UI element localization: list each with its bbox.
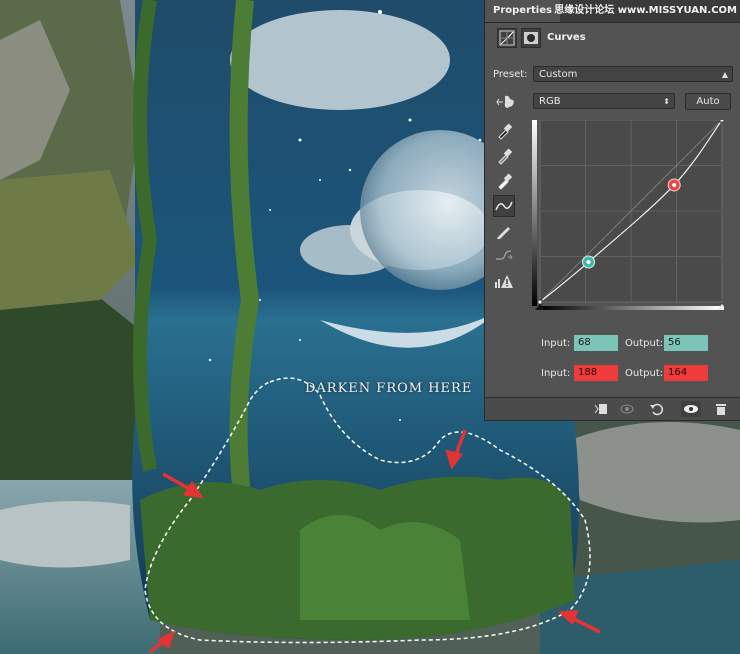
preset-value: Custom: [539, 69, 578, 80]
trash-icon[interactable]: [713, 401, 729, 417]
reset-icon[interactable]: [649, 401, 665, 417]
clip-to-layer-icon[interactable]: [593, 401, 609, 417]
curves-graph[interactable]: [532, 120, 724, 310]
on-image-adjust-icon[interactable]: [495, 93, 517, 111]
visibility-eye-icon[interactable]: [681, 401, 701, 417]
tab-properties[interactable]: Properties: [485, 0, 560, 22]
input-field-2[interactable]: 188: [574, 365, 618, 381]
output-label-1: Output:: [625, 338, 664, 349]
panel-footer: [485, 397, 740, 420]
curve-point-tool-icon[interactable]: [493, 195, 515, 217]
preset-label: Preset:: [493, 69, 528, 80]
input-label-2: Input:: [541, 368, 571, 379]
output-gradient-bar: [532, 120, 537, 306]
properties-panel: Properties 思缘设计论坛 www.MISSYUAN.COM Curve…: [484, 0, 740, 421]
curve-point-red-center: [672, 182, 677, 187]
input-field-1[interactable]: 68: [574, 335, 618, 351]
channel-select[interactable]: RGB ⬍: [533, 93, 675, 109]
curve-endpoint-black[interactable]: [537, 299, 543, 305]
point-eyedropper-black-icon[interactable]: [493, 120, 515, 142]
clipping-warning-icon[interactable]: [493, 270, 515, 292]
select-arrows-icon: ⬍: [663, 97, 670, 106]
output-label-2: Output:: [625, 368, 664, 379]
auto-button[interactable]: Auto: [685, 93, 731, 110]
point-eyedropper-gray-icon[interactable]: [493, 145, 515, 167]
input-label-1: Input:: [541, 338, 571, 349]
output-field-1[interactable]: 56: [664, 335, 708, 351]
point-eyedropper-white-icon[interactable]: [493, 170, 515, 192]
adjustment-title: Curves: [547, 32, 586, 43]
layer-mask-icon[interactable]: [521, 28, 541, 48]
watermark-text: 思缘设计论坛 www.MISSYUAN.COM: [554, 5, 737, 16]
output-field-2[interactable]: 164: [664, 365, 708, 381]
curve-endpoint-white[interactable]: [719, 120, 724, 123]
smooth-curve-icon[interactable]: [493, 245, 515, 267]
curves-adjustment-icon[interactable]: [497, 28, 517, 48]
curve-point-teal-center: [586, 260, 591, 265]
panel-tab-bar: Properties 思缘设计论坛 www.MISSYUAN.COM: [485, 0, 740, 23]
preset-select[interactable]: Custom ▲: [533, 66, 733, 82]
darken-caption: DARKEN FROM HERE: [305, 381, 473, 396]
select-arrows-icon: ▲: [721, 70, 728, 79]
pencil-tool-icon[interactable]: [493, 220, 515, 242]
view-previous-icon[interactable]: [619, 401, 635, 417]
input-gradient-bar: [540, 306, 722, 310]
channel-value: RGB: [539, 96, 561, 107]
